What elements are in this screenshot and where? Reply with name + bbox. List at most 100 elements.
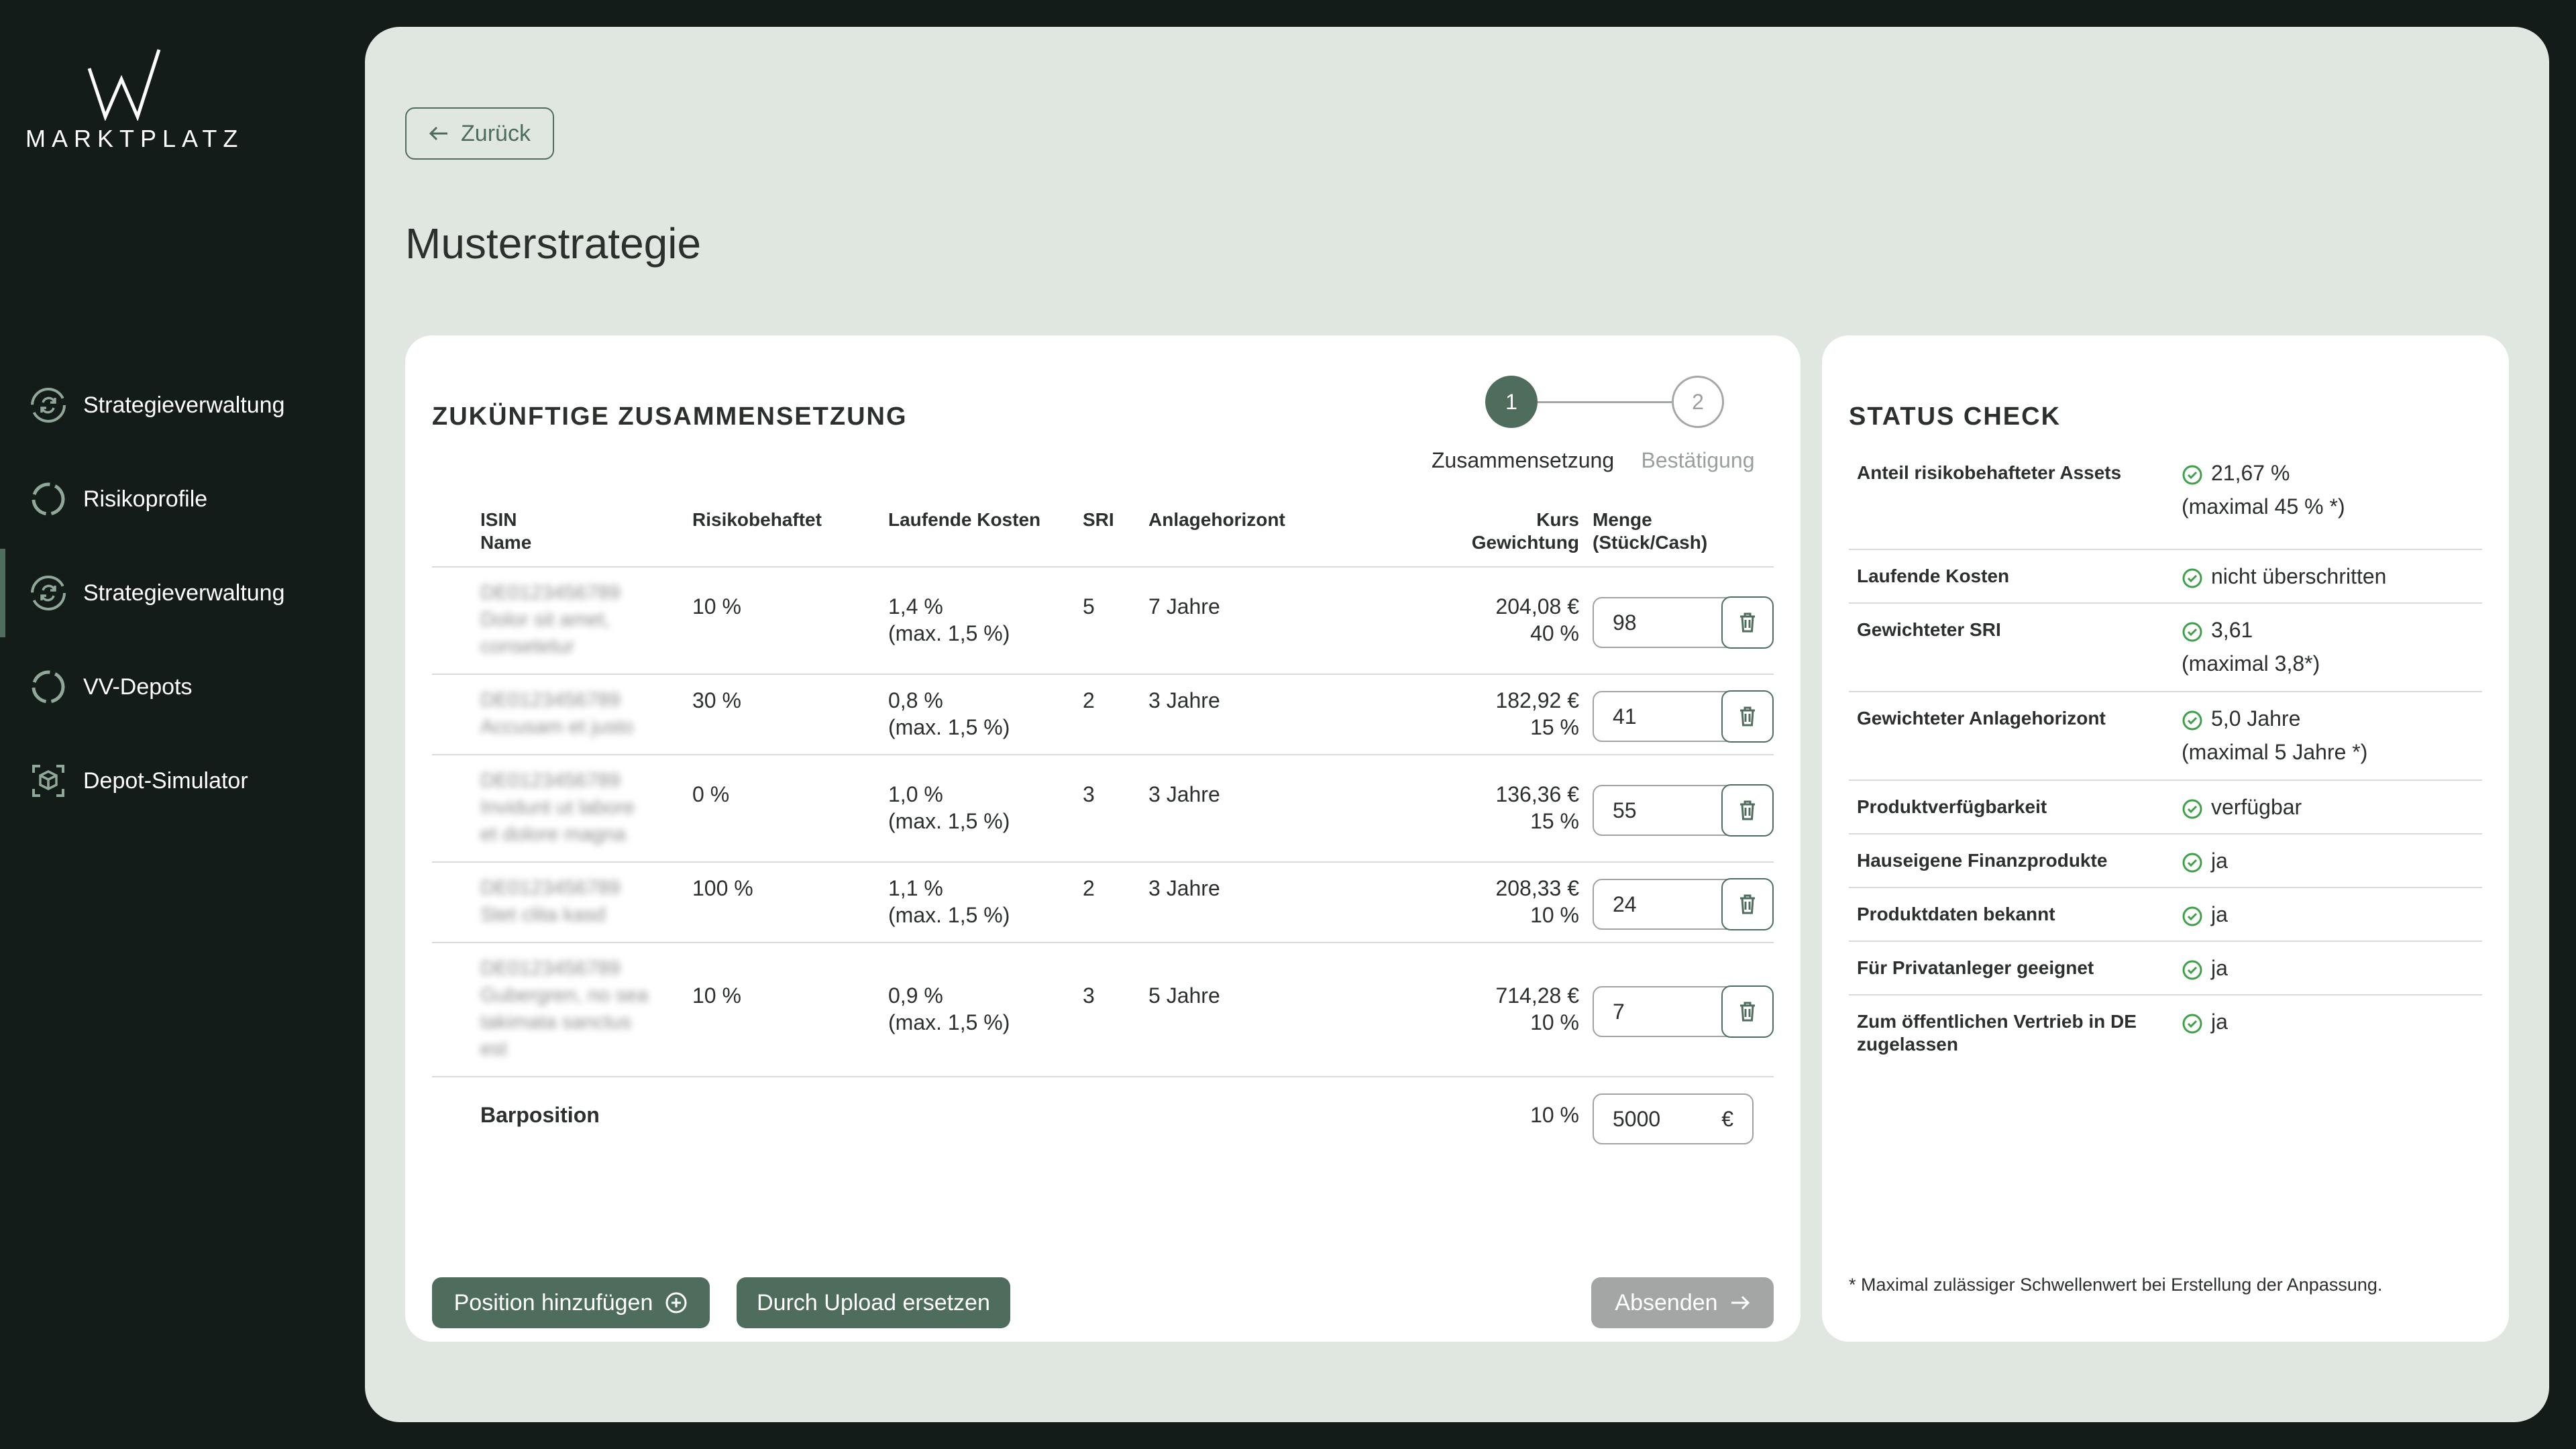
delete-row-button[interactable]: [1721, 878, 1774, 930]
check-circle-icon: [2182, 622, 2202, 642]
step-2-circle[interactable]: 2: [1672, 376, 1724, 428]
table-row: DE0123456789 Stet clita kasd 100 % 1,1 %…: [432, 864, 1774, 943]
check-circle-icon: [2182, 710, 2202, 731]
col-kurs-weight: Kurs Gewichtung: [1471, 509, 1579, 553]
composition-card: ZUKÜNFTIGE ZUSAMMENSETZUNG 1 2 Zusammens…: [405, 335, 1801, 1342]
check-circle-icon: [2182, 1014, 2202, 1034]
row-sri: 2: [1083, 876, 1095, 900]
status-label: Anteil risikobehafteter Assets: [1857, 462, 2122, 483]
upload-replace-button[interactable]: Durch Upload ersetzen: [737, 1277, 1010, 1328]
sidebar-item-vv-depots[interactable]: VV-Depots: [0, 643, 365, 731]
sidebar-item-label: Risikoprofile: [83, 486, 208, 512]
check-circle-icon: [2182, 960, 2202, 980]
row-risk: 100 %: [692, 876, 753, 900]
row-risk: 30 %: [692, 688, 741, 712]
sidebar-item-strategieverwaltung-active[interactable]: Strategieverwaltung: [0, 549, 365, 637]
row-risk: 10 %: [692, 983, 741, 1008]
status-row: Produktdaten bekannt ja: [1849, 890, 2482, 942]
row-kurs-weight: 714,28 €10 %: [1495, 983, 1579, 1034]
sidebar-item-risikoprofile[interactable]: Risikoprofile: [0, 455, 365, 543]
delete-row-button[interactable]: [1721, 985, 1774, 1038]
add-position-button[interactable]: Position hinzufügen: [432, 1277, 710, 1328]
sidebar-item-label: VV-Depots: [83, 674, 193, 700]
stepper: 1 2 Zusammensetzung Bestätigung: [1432, 376, 1780, 472]
row-costs: 0,8 % (max. 1,5 %): [888, 688, 1010, 739]
delete-row-button[interactable]: [1721, 784, 1774, 837]
circle-progress-icon: [30, 668, 67, 706]
delete-row-button[interactable]: [1721, 596, 1774, 649]
status-value: ja: [2182, 898, 2228, 931]
table-row: DE0123456789 Invidunt ut labore et dolor…: [432, 757, 1774, 863]
col-horizon: Anlagehorizont: [1148, 509, 1285, 530]
status-label: Gewichteter SRI: [1857, 619, 2001, 640]
trash-icon: [1740, 894, 1755, 914]
status-label: Produktverfügbarkeit: [1857, 796, 2047, 817]
composition-title: ZUKÜNFTIGE ZUSAMMENSETZUNG: [432, 402, 908, 431]
status-label: Für Privatanleger geeignet: [1857, 957, 2094, 978]
circle-progress-icon: [30, 480, 67, 518]
status-value: 3,61 (maximal 3,8*): [2182, 618, 2320, 676]
back-button[interactable]: Zurück: [405, 107, 554, 160]
row-risk: 0 %: [692, 782, 730, 806]
status-value: 5,0 Jahre (maximal 5 Jahre *): [2182, 706, 2368, 764]
col-sri: SRI: [1083, 509, 1114, 530]
submit-label: Absenden: [1615, 1289, 1718, 1316]
plus-circle-icon: [665, 1292, 687, 1313]
step-2-label: Bestätigung: [1641, 448, 1755, 472]
row-isin-name: DE0123456789 Stet clita kasd: [480, 877, 621, 926]
row-horizon: 7 Jahre: [1148, 594, 1220, 619]
footnote: * Maximal zulässiger Schwellenwert bei E…: [1849, 1275, 2383, 1295]
status-row: Laufende Kosten nicht überschritten: [1849, 551, 2482, 604]
row-costs: 1,1 % (max. 1,5 %): [888, 876, 1010, 927]
status-value: ja: [2182, 951, 2228, 985]
status-row: Produktverfügbarkeit verfügbar: [1849, 782, 2482, 835]
check-circle-icon: [2182, 465, 2202, 485]
arrow-right-icon: [1731, 1295, 1750, 1310]
row-kurs-weight: 182,92 €15 %: [1495, 688, 1579, 739]
row-isin-name: DE0123456789 Gubergren, no sea takimata …: [480, 957, 649, 1060]
status-value: nicht überschritten: [2182, 559, 2386, 593]
cube-scan-icon: [30, 762, 67, 800]
sync-circle-icon: [30, 386, 67, 424]
step-1-circle[interactable]: 1: [1485, 376, 1538, 428]
status-row: Gewichteter Anlagehorizont 5,0 Jahre (ma…: [1849, 694, 2482, 781]
logo-mark-icon: [87, 49, 161, 121]
row-kurs-weight: 208,33 €10 %: [1495, 876, 1579, 927]
row-costs: 1,0 % (max. 1,5 %): [888, 782, 1010, 833]
row-sri: 3: [1083, 983, 1095, 1008]
col-qty: Menge (Stück/Cash): [1593, 509, 1708, 553]
trash-icon: [1740, 706, 1755, 727]
status-label: Gewichteter Anlagehorizont: [1857, 708, 2106, 729]
row-horizon: 3 Jahre: [1148, 782, 1220, 806]
status-value: 21,67 % (maximal 45 % *): [2182, 461, 2345, 519]
table-row: DE0123456789 Accusam et justo 30 % 0,8 %…: [432, 676, 1774, 755]
upload-replace-label: Durch Upload ersetzen: [757, 1289, 990, 1316]
cash-weight: 10 %: [1530, 1103, 1579, 1127]
row-sri: 3: [1083, 782, 1095, 806]
sidebar: MARKTPLATZ Strategieverwaltung Risikopro…: [0, 0, 365, 1449]
submit-button[interactable]: Absenden: [1591, 1277, 1774, 1328]
trash-icon: [1740, 800, 1755, 820]
status-value: ja: [2182, 1005, 2228, 1038]
cash-label: Barposition: [480, 1103, 600, 1127]
sidebar-item-depot-simulator[interactable]: Depot-Simulator: [0, 737, 365, 825]
row-kurs-weight: 136,36 €15 %: [1495, 782, 1579, 833]
status-row: Für Privatanleger geeignet ja: [1849, 943, 2482, 996]
sidebar-item-label: Strategieverwaltung: [83, 392, 285, 418]
col-costs: Laufende Kosten: [888, 509, 1041, 530]
add-position-label: Position hinzufügen: [453, 1289, 653, 1316]
row-horizon: 3 Jahre: [1148, 688, 1220, 712]
logo[interactable]: MARKTPLATZ: [25, 47, 237, 153]
delete-row-button[interactable]: [1721, 690, 1774, 743]
cash-amount-input[interactable]: 5000 €: [1593, 1093, 1754, 1144]
currency-symbol: €: [1721, 1106, 1733, 1131]
sidebar-item-strategieverwaltung[interactable]: Strategieverwaltung: [0, 361, 365, 449]
status-title: STATUS CHECK: [1849, 402, 2061, 431]
status-label: Hauseigene Finanzprodukte: [1857, 850, 2108, 871]
status-label: Produktdaten bekannt: [1857, 904, 2055, 924]
status-value: verfügbar: [2182, 790, 2302, 824]
cash-row: Barposition 10 % 5000 €: [432, 1079, 1774, 1159]
row-sri: 5: [1083, 594, 1095, 619]
arrow-left-icon: [429, 126, 448, 141]
check-circle-icon: [2182, 906, 2202, 926]
